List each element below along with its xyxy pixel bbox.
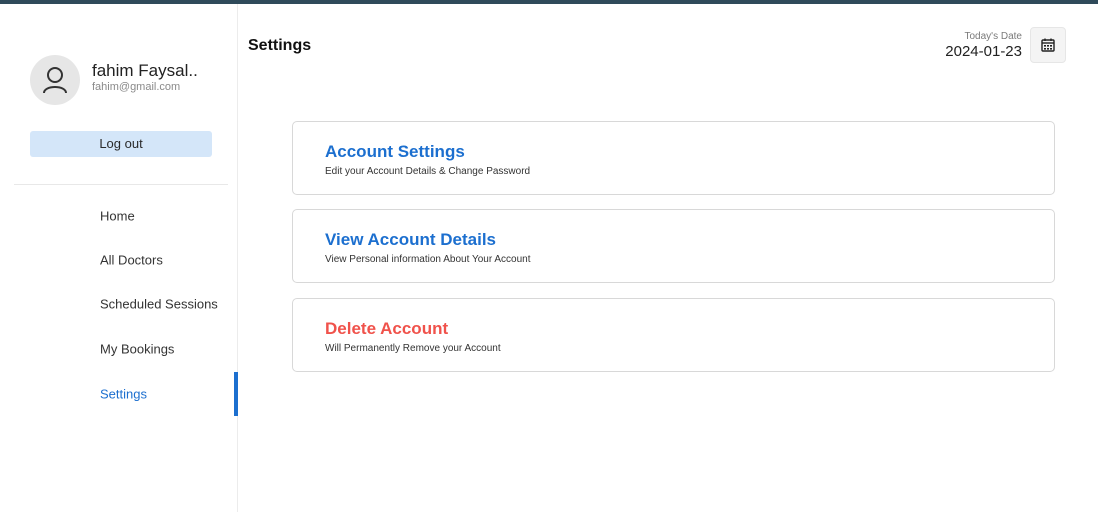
sidebar-divider xyxy=(14,184,228,185)
calendar-button[interactable] xyxy=(1030,27,1066,63)
sidebar-item-scheduled-sessions[interactable]: Scheduled Sessions xyxy=(0,282,238,326)
sidebar-item-label: Home xyxy=(100,208,135,224)
sidebar-item-home[interactable]: Home xyxy=(0,194,238,238)
date-label: Today's Date xyxy=(964,31,1023,42)
sidebar-item-all-doctors[interactable]: All Doctors xyxy=(0,238,238,282)
sidebar-item-settings[interactable]: Settings xyxy=(0,372,238,416)
view-account-details-card[interactable]: View Account Details View Personal infor… xyxy=(292,209,1055,283)
profile-text: fahim Faysal.. fahim@gmail.com xyxy=(92,61,198,93)
user-name: fahim Faysal.. xyxy=(92,61,198,80)
date-value: 2024-01-23 xyxy=(945,43,1022,60)
delete-account-card[interactable]: Delete Account Will Permanently Remove y… xyxy=(292,298,1055,372)
account-settings-card[interactable]: Account Settings Edit your Account Detai… xyxy=(292,121,1055,195)
user-profile: fahim Faysal.. fahim@gmail.com xyxy=(30,55,198,105)
logout-button[interactable]: Log out xyxy=(30,131,212,157)
date-display: Today's Date 2024-01-23 xyxy=(945,31,1022,61)
sidebar-item-label: Scheduled Sessions xyxy=(100,296,218,312)
card-description: Edit your Account Details & Change Passw… xyxy=(325,166,531,177)
card-title: View Account Details xyxy=(325,230,496,249)
card-description: View Personal information About Your Acc… xyxy=(325,254,531,265)
card-title: Delete Account xyxy=(325,319,449,338)
avatar xyxy=(30,55,80,105)
sidebar-item-label: Settings xyxy=(100,386,147,402)
sidebar-item-my-bookings[interactable]: My Bookings xyxy=(0,327,238,371)
user-email: fahim@gmail.com xyxy=(92,81,181,93)
user-icon xyxy=(43,67,67,94)
page-title: Settings xyxy=(248,37,312,54)
sidebar-item-label: All Doctors xyxy=(100,252,163,268)
active-indicator xyxy=(234,372,238,416)
sidebar: fahim Faysal.. fahim@gmail.com Log out H… xyxy=(0,4,238,512)
card-title: Account Settings xyxy=(325,142,465,161)
calendar-icon xyxy=(1041,38,1055,52)
sidebar-item-label: My Bookings xyxy=(100,341,175,357)
card-description: Will Permanently Remove your Account xyxy=(325,343,501,354)
